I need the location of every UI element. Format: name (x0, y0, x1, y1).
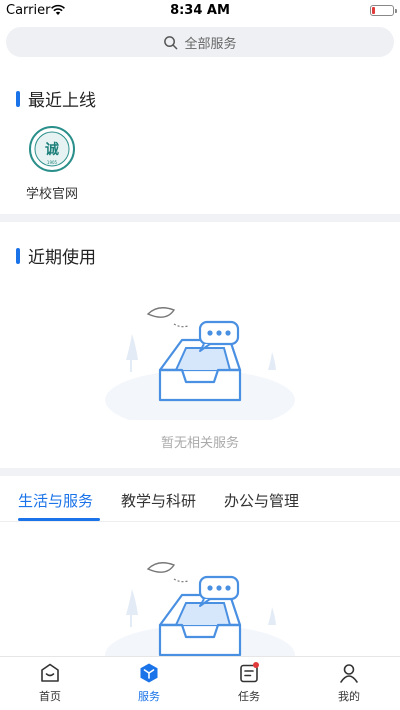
nav-label-home: 首页 (39, 690, 61, 703)
section-accent-bar (16, 247, 20, 264)
clock: 8:34 AM (170, 3, 230, 18)
nav-label-tasks: 任务 (238, 690, 260, 703)
category-tabs: 生活与服务 教学与科研 办公与管理 (0, 480, 400, 522)
section-accent-bar (16, 90, 20, 107)
section-title-recent-online: 最近上线 (28, 91, 96, 111)
nav-tasks[interactable]: 任务 (219, 662, 279, 704)
nav-services[interactable]: 服务 (119, 662, 179, 704)
nav-label-profile: 我的 (338, 690, 360, 703)
search-placeholder: 全部服务 (184, 36, 237, 52)
service-label: 学校官网 (25, 187, 78, 202)
section-recent-online: 最近上线 (16, 86, 96, 111)
empty-box-illustration (105, 307, 295, 420)
tab-office-management[interactable]: 办公与管理 (224, 490, 299, 511)
nav-label-services: 服务 (138, 690, 160, 703)
services-cube-icon (140, 663, 158, 683)
home-icon (41, 663, 59, 682)
profile-icon (340, 664, 358, 683)
section-divider (0, 214, 400, 222)
nav-home[interactable]: 首页 (20, 662, 80, 704)
section-divider (0, 468, 400, 476)
search-icon (164, 35, 178, 49)
active-tab-indicator (18, 518, 100, 521)
service-item-school-website[interactable]: 诚 1905 学校官网 (18, 126, 86, 202)
search-bar[interactable]: 全部服务 (6, 27, 394, 57)
svg-text:诚: 诚 (45, 141, 59, 158)
school-logo-icon: 诚 1905 (29, 126, 75, 172)
task-badge-dot (253, 662, 259, 668)
section-recent-use: 近期使用 (16, 243, 96, 268)
nav-profile[interactable]: 我的 (319, 662, 379, 704)
status-bar: Carrier 8:34 AM (0, 0, 400, 22)
svg-text:1905: 1905 (47, 160, 58, 165)
bottom-navigation: 首页 服务 任务 我的 (0, 656, 400, 710)
tab-life-services[interactable]: 生活与服务 (18, 490, 93, 511)
section-title-recent-use: 近期使用 (28, 248, 96, 268)
empty-state-text: 暂无相关服务 (160, 436, 239, 451)
tab-teaching-research[interactable]: 教学与科研 (121, 490, 196, 511)
battery-icon (370, 5, 397, 16)
